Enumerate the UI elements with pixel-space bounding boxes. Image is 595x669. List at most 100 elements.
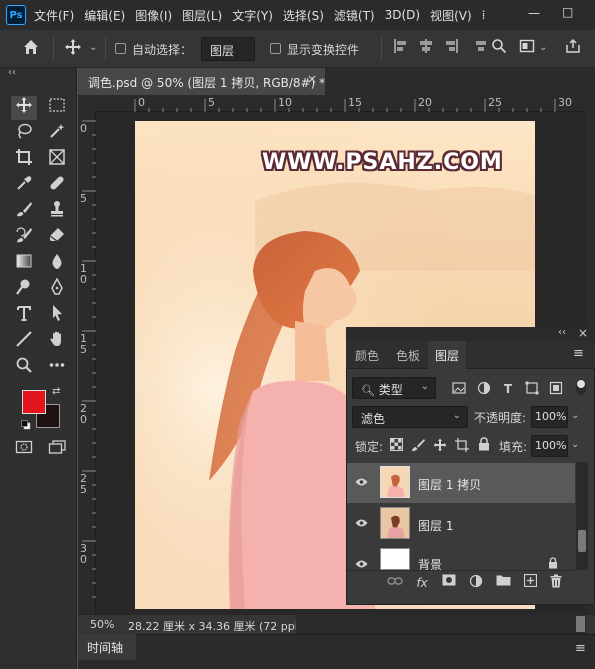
timeline-tab[interactable]: 时间轴 — [78, 634, 136, 660]
link-layers-icon[interactable] — [386, 574, 404, 592]
lock-position-icon[interactable] — [433, 438, 447, 452]
lock-all-icon[interactable] — [478, 437, 492, 452]
menu-edit[interactable]: 编辑(E) — [84, 7, 125, 24]
opacity-input[interactable]: 100% — [531, 406, 568, 428]
tab-color[interactable]: 颜色 — [348, 341, 386, 369]
align-center-icon[interactable] — [415, 38, 437, 60]
visibility-eye-icon[interactable] — [355, 476, 369, 490]
tab-layers[interactable]: 图层 — [428, 341, 466, 369]
hand-tool-icon[interactable] — [44, 330, 70, 354]
menu-3d[interactable]: 3D(D) — [385, 8, 420, 22]
search-icon[interactable] — [488, 38, 510, 60]
crop-tool-icon[interactable] — [11, 148, 37, 172]
line-tool-icon[interactable] — [11, 330, 37, 354]
add-mask-icon[interactable] — [440, 574, 458, 592]
blur-tool-icon[interactable] — [44, 252, 70, 276]
eyedropper-tool-icon[interactable] — [11, 174, 37, 198]
chevron-down-icon[interactable]: ⌄ — [571, 410, 579, 421]
new-layer-icon[interactable] — [521, 573, 539, 592]
share-icon[interactable] — [562, 38, 584, 60]
type-tool-icon[interactable] — [11, 304, 37, 328]
auto-select-checkbox[interactable] — [115, 43, 126, 54]
visibility-eye-icon[interactable] — [355, 517, 369, 531]
tab-swatches[interactable]: 色板 — [389, 341, 427, 369]
zoom-level[interactable]: 50% — [90, 618, 114, 631]
filter-toggle[interactable] — [576, 379, 586, 395]
layer-thumbnail[interactable] — [380, 507, 410, 539]
panel-close-icon[interactable]: × — [578, 326, 588, 340]
lasso-tool-icon[interactable] — [11, 122, 37, 146]
menu-layer[interactable]: 图层(L) — [182, 7, 222, 24]
menu-view[interactable]: 视图(V) — [430, 7, 472, 24]
auto-select-dropdown[interactable]: 图层 — [201, 37, 255, 61]
window-maximize-button[interactable]: □ — [562, 5, 573, 19]
history-brush-tool-icon[interactable] — [11, 226, 37, 250]
blend-mode-dropdown[interactable]: 滤色 ⌄ — [352, 406, 468, 428]
document-size-info[interactable]: 28.22 厘米 x 34.36 厘米 (72 ppi) — [128, 618, 302, 634]
layer-thumbnail[interactable] — [380, 548, 410, 570]
panel-menu-icon[interactable]: ≡ — [573, 346, 584, 361]
align-right-icon[interactable] — [440, 38, 462, 60]
layer-effects-icon[interactable]: fx — [413, 574, 431, 592]
layers-scrollbar[interactable] — [576, 462, 588, 570]
panel-collapse-icon[interactable]: ‹‹ — [558, 327, 566, 338]
default-colors-icon[interactable] — [21, 419, 31, 430]
window-minimize-button[interactable]: — — [528, 6, 540, 20]
show-transform-checkbox[interactable] — [270, 43, 281, 54]
filter-adjustment-icon[interactable] — [476, 381, 492, 397]
eraser-tool-icon[interactable] — [44, 226, 70, 250]
lock-transparent-icon[interactable] — [390, 438, 404, 452]
move-tool-icon[interactable] — [11, 96, 37, 120]
document-tab[interactable]: 调色.psd @ 50% (图层 1 拷贝, RGB/8#) * — [78, 68, 325, 95]
fill-input[interactable]: 100% — [531, 435, 568, 457]
tools-collapse-icon[interactable]: ‹‹ — [8, 67, 16, 78]
brush-tool-icon[interactable] — [11, 200, 37, 224]
marquee-tool-icon[interactable] — [44, 96, 70, 120]
path-selection-tool-icon[interactable] — [44, 304, 70, 328]
more-tools-icon[interactable] — [44, 356, 70, 380]
clone-stamp-tool-icon[interactable] — [44, 200, 70, 224]
healing-brush-tool-icon[interactable] — [44, 174, 70, 198]
layer-filter-kind-dropdown[interactable]: 🔍︎ 类型 ⌄ — [352, 377, 436, 399]
delete-layer-icon[interactable] — [547, 574, 565, 592]
frame-tool-icon[interactable] — [44, 148, 70, 172]
menu-filter[interactable]: 滤镜(T) — [334, 7, 375, 24]
dodge-tool-icon[interactable] — [11, 278, 37, 302]
quick-mask-icon[interactable] — [11, 438, 37, 462]
chevron-down-icon[interactable]: ⌄ — [539, 42, 547, 53]
new-adjustment-layer-icon[interactable] — [467, 574, 485, 592]
home-icon[interactable] — [20, 38, 42, 60]
magic-wand-tool-icon[interactable] — [44, 122, 70, 146]
menu-type[interactable]: 文字(Y) — [232, 7, 273, 24]
lock-pixels-icon[interactable] — [411, 438, 425, 452]
new-group-icon[interactable] — [494, 574, 512, 592]
layer-name[interactable]: 图层 1 拷贝 — [418, 476, 481, 493]
menu-file[interactable]: 文件(F) — [34, 7, 74, 24]
scrollbar-thumb[interactable] — [576, 616, 585, 632]
layer-name[interactable]: 图层 1 — [418, 517, 453, 534]
filter-smart-object-icon[interactable] — [548, 381, 564, 397]
horizontal-scrollbar[interactable] — [296, 614, 586, 634]
ruler-origin[interactable] — [78, 95, 96, 112]
timeline-menu-icon[interactable]: ≡ — [575, 641, 586, 656]
move-tool-preset-icon[interactable] — [62, 38, 84, 60]
filter-pixel-icon[interactable] — [451, 381, 467, 397]
lock-artboard-icon[interactable] — [455, 438, 469, 452]
chevron-down-icon[interactable]: ⌄ — [571, 439, 579, 450]
gradient-tool-icon[interactable] — [11, 252, 37, 276]
foreground-color-swatch[interactable] — [22, 390, 46, 414]
chevron-down-icon[interactable]: ⌄ — [89, 42, 97, 53]
close-tab-icon[interactable]: × — [307, 72, 317, 86]
menu-select[interactable]: 选择(S) — [283, 7, 324, 24]
menu-overflow-icon[interactable]: ⁞ — [482, 8, 486, 22]
menu-image[interactable]: 图像(I) — [135, 7, 172, 24]
filter-type-icon[interactable]: T — [500, 381, 516, 397]
pen-tool-icon[interactable] — [44, 277, 70, 302]
screen-mode-icon[interactable] — [44, 438, 70, 462]
align-left-icon[interactable] — [390, 38, 412, 60]
filter-shape-icon[interactable] — [524, 381, 540, 397]
layers-scroll-thumb[interactable] — [578, 530, 586, 552]
workspace-icon[interactable] — [516, 38, 538, 60]
swap-colors-icon[interactable]: ⇄ — [52, 386, 60, 397]
horizontal-ruler[interactable]: 0 5 10 15 20 25 30 — [96, 95, 586, 112]
